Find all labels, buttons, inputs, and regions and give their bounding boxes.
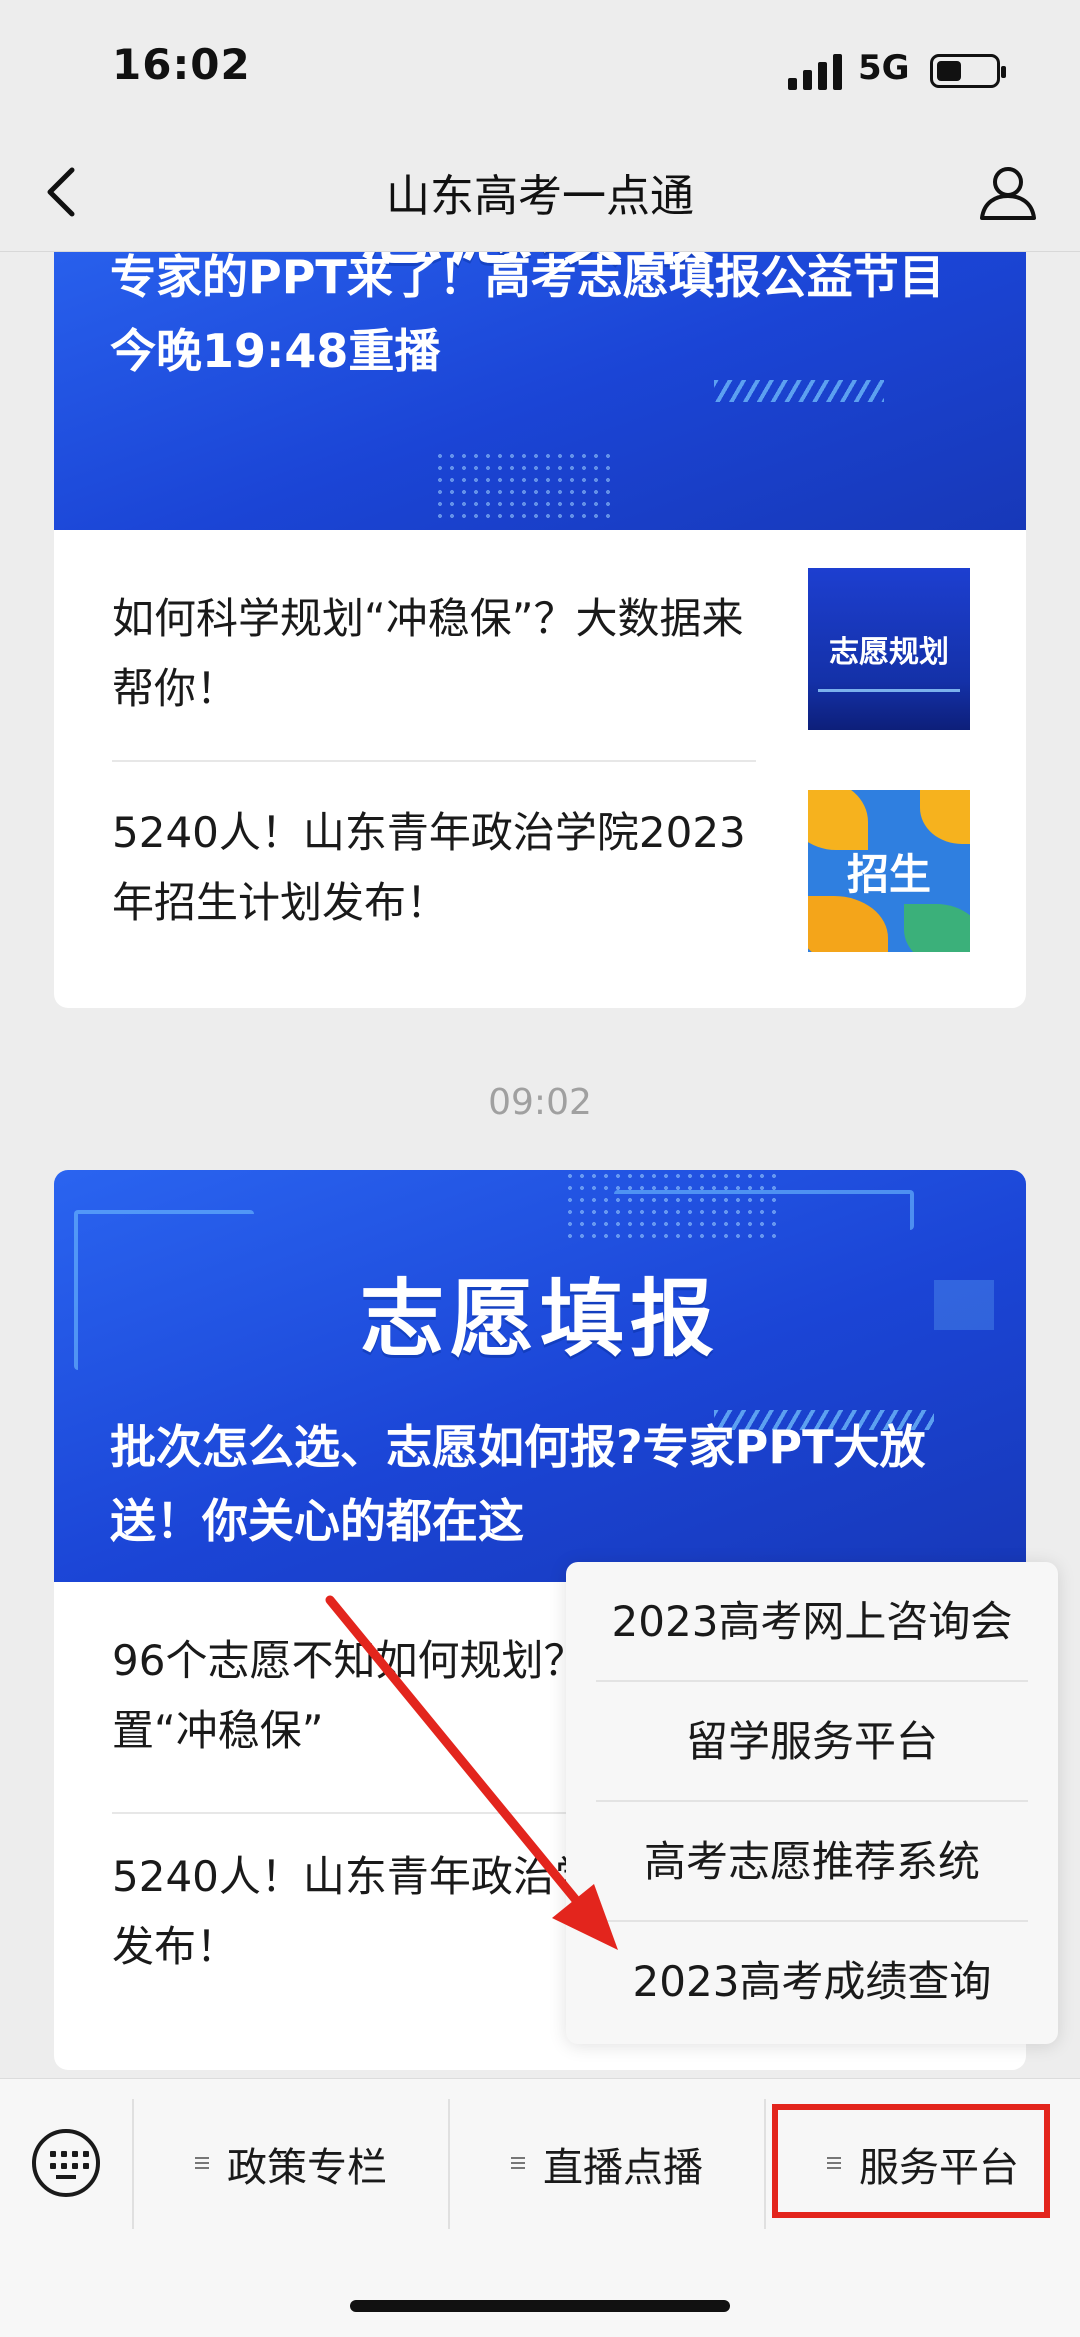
top-bar: 16:02 5G 山东高考一点通 bbox=[0, 0, 1080, 252]
message-timestamp: 09:02 bbox=[488, 1082, 592, 1123]
network-type: 5G bbox=[858, 48, 910, 88]
list-item[interactable]: 5240人！山东青年政治学院2023年招生计划发布！ 招生 bbox=[54, 760, 1026, 978]
list-item-thumbnail: 志愿规划 bbox=[808, 568, 970, 730]
list-item-title: 5240人！山东青年政治学院2023年招生计划发布！ bbox=[112, 808, 746, 927]
cover-decoration bbox=[434, 450, 614, 520]
menu-tab-policy[interactable]: 政策专栏 bbox=[134, 2129, 448, 2199]
leaf-decoration bbox=[920, 790, 970, 844]
list-item[interactable]: 如何科学规划“冲稳保”？大数据来帮你！ 志愿规划 bbox=[54, 530, 1026, 748]
cover-decoration bbox=[564, 1170, 784, 1240]
article-title: 专家的PPT来了！高考志愿填报公益节目今晚19:48重播 bbox=[110, 250, 945, 378]
signal-icon bbox=[788, 54, 842, 90]
divider bbox=[112, 760, 756, 762]
menu-tab-live[interactable]: 直播点播 bbox=[450, 2129, 764, 2199]
menu-tab-label: 政策专栏 bbox=[227, 2145, 387, 2191]
menu-lines-icon bbox=[511, 2157, 525, 2171]
status-time: 16:02 bbox=[112, 40, 251, 89]
keyboard-icon[interactable] bbox=[32, 2129, 100, 2197]
leaf-decoration bbox=[808, 896, 888, 952]
article-cover[interactable]: 志愿填报 批次怎么选、志愿如何报?专家PPT大放送！你关心的都在这 bbox=[54, 1170, 1026, 1582]
article-title: 批次怎么选、志愿如何报?专家PPT大放送！你关心的都在这 bbox=[110, 1420, 926, 1548]
article-card[interactable]: 志愿填报 专家的PPT来了！高考志愿填报公益节目今晚19:48重播 如何科学规划… bbox=[54, 200, 1026, 1008]
battery-icon bbox=[930, 54, 1006, 88]
submenu-item-consultation[interactable]: 2023高考网上咨询会 bbox=[596, 1562, 1028, 1682]
service-submenu: 2023高考网上咨询会 留学服务平台 高考志愿推荐系统 2023高考成绩查询 bbox=[566, 1562, 1058, 2044]
thumbnail-label: 志愿规划 bbox=[829, 635, 949, 670]
leaf-decoration bbox=[904, 904, 970, 952]
submenu-item-study-abroad[interactable]: 留学服务平台 bbox=[596, 1682, 1028, 1802]
home-indicator bbox=[350, 2300, 730, 2312]
annotation-highlight-box bbox=[772, 2104, 1050, 2218]
thumbnail-label: 招生 bbox=[846, 849, 931, 899]
menu-tab-label: 直播点播 bbox=[543, 2145, 703, 2191]
profile-icon[interactable] bbox=[976, 160, 1040, 224]
submenu-item-recommendation[interactable]: 高考志愿推荐系统 bbox=[596, 1802, 1028, 1922]
list-item-thumbnail: 招生 bbox=[808, 790, 970, 952]
list-item-title: 如何科学规划“冲稳保”？大数据来帮你！ bbox=[112, 594, 744, 713]
menu-lines-icon bbox=[195, 2157, 209, 2171]
page-title: 山东高考一点通 bbox=[386, 171, 694, 222]
submenu-item-score-query[interactable]: 2023高考成绩查询 bbox=[596, 1922, 1028, 2042]
cover-heading: 志愿填报 bbox=[359, 1270, 720, 1368]
